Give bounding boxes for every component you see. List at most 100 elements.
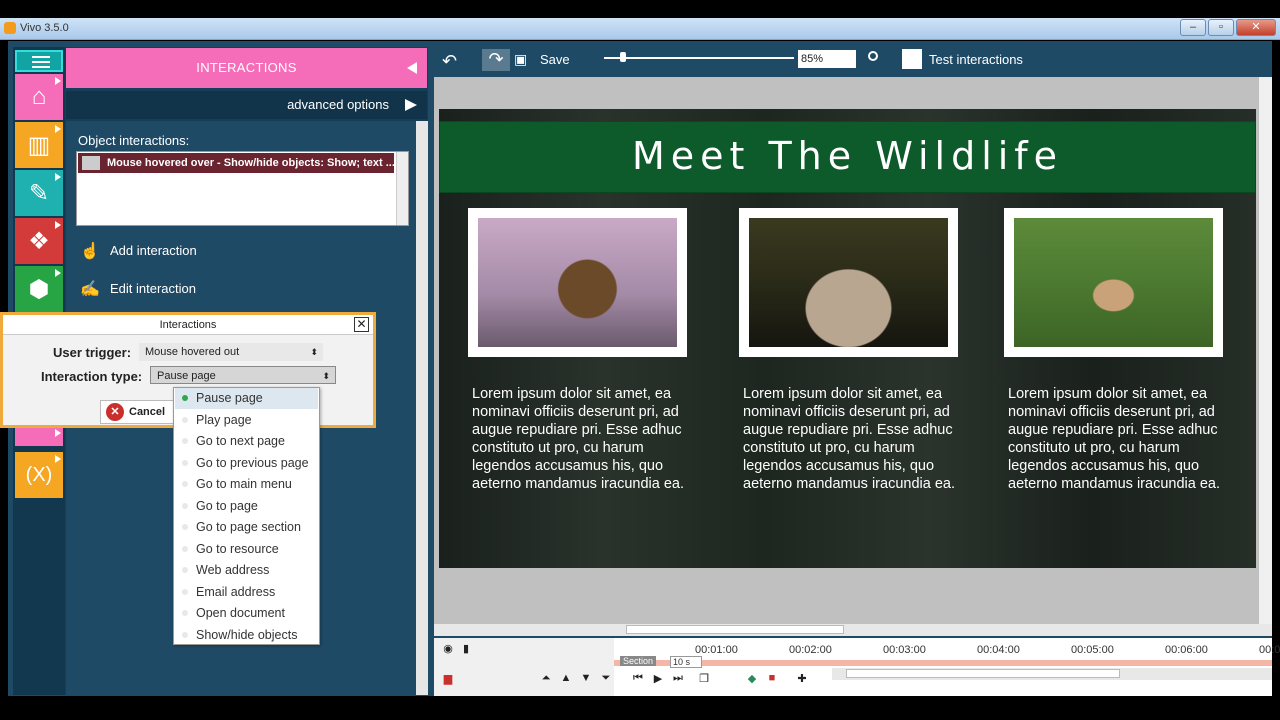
user-trigger-select[interactable]: Mouse hovered out ⬍ [139,343,323,361]
package-icon[interactable]: ⬢ [15,266,63,312]
object-interactions-label: Object interactions: [78,133,190,148]
panel-scrollbar[interactable] [416,121,428,695]
delete-keyframe-icon[interactable]: ■ [764,672,780,686]
dropdown-option[interactable]: Go to next page [175,431,318,452]
tools-icon[interactable]: ✎ [15,170,63,216]
lock-icon[interactable]: ▮ [458,642,474,656]
dropdown-option[interactable]: Play page [175,410,318,431]
cancel-button[interactable]: ✕ Cancel [100,400,178,424]
redo-icon[interactable]: ↷ [482,49,510,71]
dropdown-option[interactable]: Go to previous page [175,453,318,474]
dialog-header: Interactions ✕ [3,315,373,335]
bullet-icon [182,631,188,638]
deer-photo [1014,218,1213,347]
maximize-button[interactable]: ▫ [1208,19,1234,36]
app-icon [4,22,16,34]
canvas-horizontal-scrollbar[interactable] [434,624,1272,636]
dialog-close-icon[interactable]: ✕ [354,317,369,332]
option-label: Go to previous page [196,455,309,470]
partial-rail-button[interactable] [15,426,63,446]
timeline-scroll-thumb[interactable] [846,669,1120,678]
photo-frame-1[interactable] [468,208,687,357]
play-icon[interactable]: ▶ [650,672,666,686]
option-label: Go to page [196,498,258,513]
advanced-options-label: advanced options [287,97,389,112]
option-label: Go to main menu [196,477,292,491]
dropdown-option[interactable]: Go to page [175,496,318,517]
bullet-icon [182,416,188,423]
cubes-icon[interactable]: ❖ [15,218,63,264]
bullet-icon [182,567,188,573]
zoom-slider-knob[interactable] [620,52,626,62]
panel-header[interactable]: INTERACTIONS [66,48,427,88]
option-label: Go to resource [196,541,279,556]
close-window-button[interactable]: ✕ [1236,19,1276,36]
align-top-icon[interactable]: ⏶ [538,672,554,686]
zoom-slider[interactable] [604,57,794,59]
edit-interaction-button[interactable]: ✍ Edit interaction [80,279,196,299]
copy-icon[interactable]: ❐ [696,672,712,686]
page-canvas[interactable]: Meet The Wildlife Lorem ipsum dolor sit … [439,109,1256,568]
section-label: Section [620,656,657,666]
selected-dot-icon [182,395,188,401]
save-icon[interactable]: ▣ [514,51,527,68]
home-icon[interactable]: ⌂ [15,74,63,120]
blurb-text-2[interactable]: Lorem ipsum dolor sit amet, ea nominavi … [743,385,958,493]
advanced-options-toggle[interactable]: advanced options [66,91,427,119]
dropdown-option[interactable]: Open document [175,603,318,624]
list-scrollbar[interactable] [396,152,408,225]
dropdown-option[interactable]: Email address [175,582,318,603]
skip-forward-icon[interactable]: ⏭ [670,672,686,686]
skip-back-icon[interactable]: ⏮ [630,672,646,686]
duration-input[interactable]: 10 s [670,656,702,668]
add-interaction-button[interactable]: ☝ Add interaction [80,241,197,261]
canvas-vertical-scrollbar[interactable] [1259,77,1272,624]
timeline-track[interactable] [614,660,1272,666]
add-keyframe-icon[interactable]: ✚ [794,672,810,686]
timeline-controls: ◉ ▮ ▆ ⏶ ▲ ▼ ⏷ [434,638,614,696]
zoom-reset-icon[interactable] [868,51,878,61]
variables-icon[interactable]: (X) [15,452,63,498]
timeline-ruler[interactable]: 00:01:00 00:02:00 00:03:00 00:04:00 00:0… [614,638,1280,658]
interaction-item-label: Mouse hovered over - Show/hide objects: … [107,157,394,169]
tag-icon[interactable]: ◆ [744,672,760,686]
interaction-list-item[interactable]: Mouse hovered over - Show/hide objects: … [78,153,394,173]
align-bottom-icon[interactable]: ⏷ [598,672,614,686]
edit-hand-icon: ✍ [80,281,100,298]
dropdown-option[interactable]: Go to main menu [175,474,318,495]
dialog-title: Interactions [159,319,217,331]
undo-icon[interactable]: ↶ [442,51,457,72]
object-interactions-list[interactable]: Mouse hovered over - Show/hide objects: … [76,151,409,226]
bullet-icon [182,524,188,530]
dropdown-option[interactable]: Go to page section [175,517,318,538]
dropdown-option[interactable]: Web address [175,560,318,581]
collapse-icon[interactable] [407,62,417,74]
test-interactions-checkbox[interactable] [902,49,922,69]
option-label: Go to next page [196,434,285,448]
move-up-icon[interactable]: ▲ [558,672,574,686]
timeline-scrollbar[interactable] [832,668,1272,680]
timeline: ◉ ▮ ▆ ⏶ ▲ ▼ ⏷ 00:01:00 00:02:00 00:03:00… [434,638,1280,696]
canvas-area: Meet The Wildlife Lorem ipsum dolor sit … [434,77,1259,624]
minimize-button[interactable]: – [1180,19,1206,36]
add-interaction-label: Add interaction [110,242,197,258]
eye-icon[interactable]: ◉ [440,642,456,656]
hscroll-thumb[interactable] [626,625,844,634]
photo-frame-3[interactable] [1004,208,1223,357]
blurb-text-3[interactable]: Lorem ipsum dolor sit amet, ea nominavi … [1008,385,1223,493]
dropdown-option[interactable]: Go to resource [175,539,318,560]
hamburger-menu-icon[interactable] [15,50,63,72]
library-icon[interactable]: ▥ [15,122,63,168]
page-title[interactable]: Meet The Wildlife [439,121,1256,193]
trash-icon[interactable]: ▆ [440,672,456,686]
zoom-input[interactable]: 85% [798,50,856,68]
blurb-text-1[interactable]: Lorem ipsum dolor sit amet, ea nominavi … [472,385,687,493]
dropdown-option[interactable]: Pause page [175,388,318,409]
save-button[interactable]: Save [540,52,570,67]
photo-frame-2[interactable] [739,208,958,357]
dropdown-option[interactable]: Show/hide objects [175,625,318,646]
chevron-updown-icon: ⬍ [322,371,330,381]
move-down-icon[interactable]: ▼ [578,672,594,686]
tick-label: 00:03:00 [883,644,926,656]
interaction-type-select[interactable]: Pause page ⬍ [150,366,336,384]
